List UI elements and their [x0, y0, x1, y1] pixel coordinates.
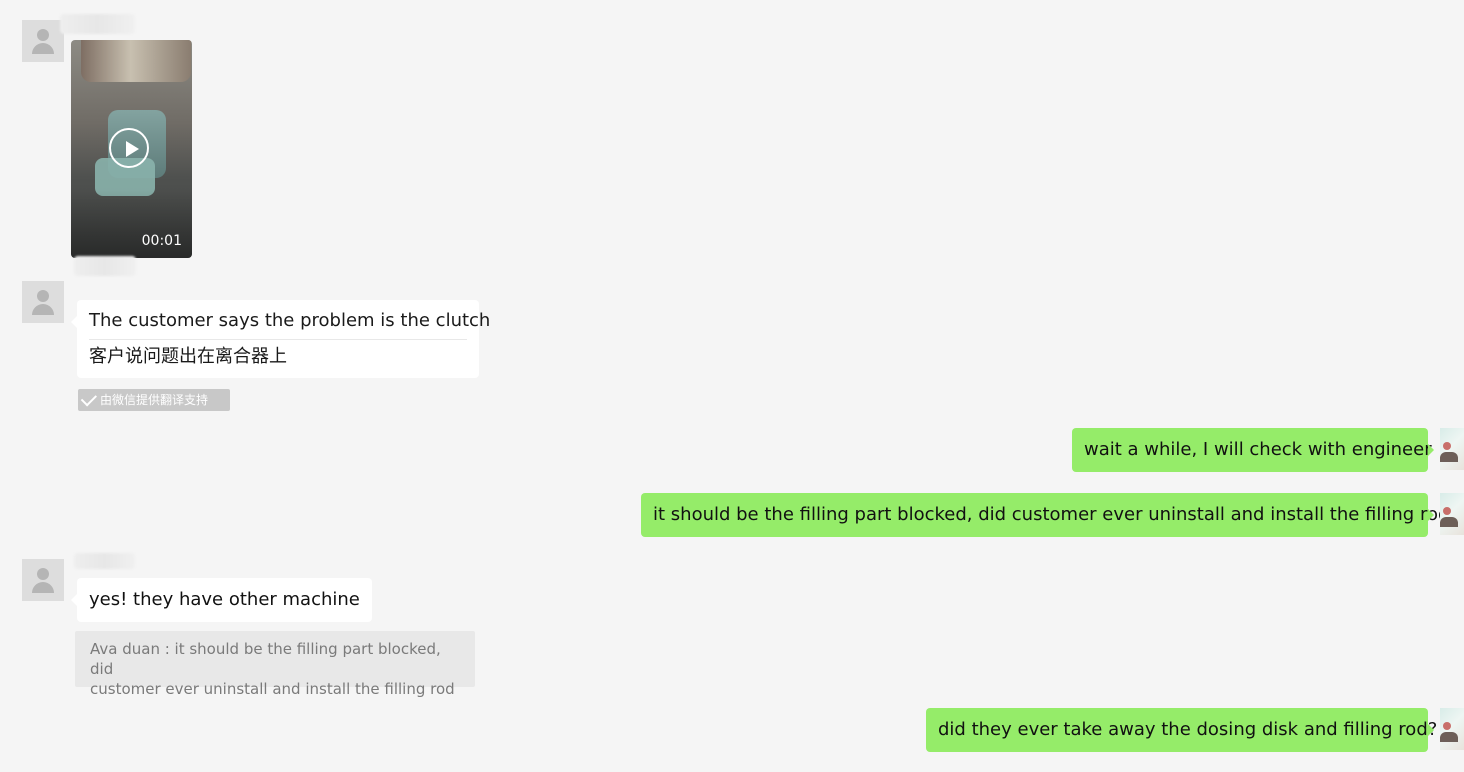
sender-avatar[interactable] — [22, 20, 64, 62]
sent-message-bubble[interactable]: wait a while, I will check with engineer — [1072, 428, 1434, 472]
translated-message-bubble[interactable]: The customer says the problem is the clu… — [71, 300, 491, 378]
play-icon[interactable] — [109, 128, 149, 168]
avatar-image-icon — [1440, 517, 1458, 527]
sender-avatar[interactable] — [22, 559, 64, 601]
default-avatar-icon — [32, 304, 54, 315]
default-avatar-icon — [32, 582, 54, 593]
translation-note: 由微信提供翻译支持 — [78, 389, 230, 411]
sender-name — [60, 14, 135, 34]
translation-note-text: 由微信提供翻译支持 — [100, 393, 209, 407]
default-avatar-icon — [37, 290, 49, 302]
video-thumbnail-part — [81, 40, 191, 82]
avatar-image-icon — [1443, 442, 1451, 450]
sender-name — [74, 553, 135, 569]
avatar-image-icon — [1440, 452, 1458, 462]
avatar-image-icon — [1440, 732, 1458, 742]
self-avatar[interactable] — [1440, 493, 1464, 535]
self-avatar[interactable] — [1440, 708, 1464, 750]
quoted-message-line: Ava duan : it should be the filling part… — [90, 640, 441, 678]
sender-name — [74, 256, 136, 276]
quoted-message-line: customer ever uninstall and install the … — [90, 680, 455, 698]
translation-divider — [89, 339, 467, 340]
original-message-text: The customer says the problem is the clu… — [89, 310, 491, 331]
received-message-bubble[interactable]: yes! they have other machine — [71, 578, 372, 622]
video-message[interactable]: 00:01 — [71, 40, 192, 258]
default-avatar-icon — [37, 29, 49, 41]
quoted-message[interactable]: Ava duan : it should be the filling part… — [75, 631, 475, 698]
check-icon — [80, 390, 98, 407]
video-duration: 00:01 — [141, 233, 182, 249]
default-avatar-icon — [37, 568, 49, 580]
translated-message-text: 客户说问题出在离合器上 — [89, 346, 287, 367]
self-avatar[interactable] — [1440, 428, 1464, 470]
avatar-image-icon — [1443, 507, 1451, 515]
sender-avatar[interactable] — [22, 281, 64, 323]
avatar-image-icon — [1443, 722, 1451, 730]
sent-message-bubble[interactable]: it should be the filling part blocked, d… — [641, 493, 1449, 537]
sent-message-bubble[interactable]: did they ever take away the dosing disk … — [926, 708, 1437, 752]
default-avatar-icon — [32, 43, 54, 54]
